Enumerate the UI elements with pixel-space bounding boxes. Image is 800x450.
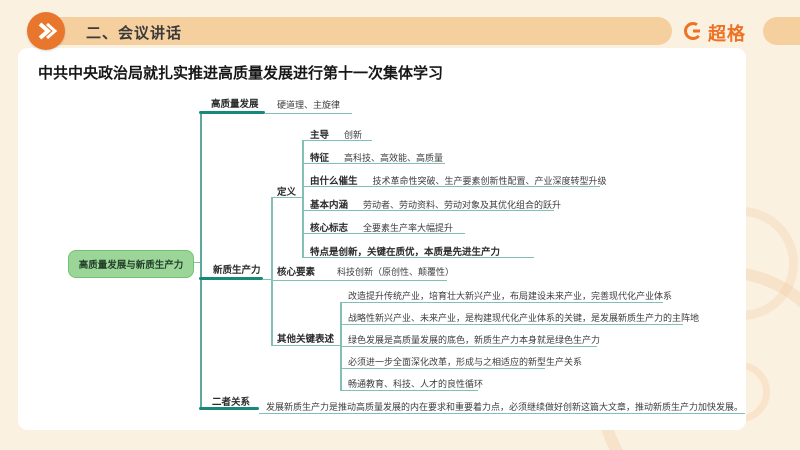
brand-name: 超格 (708, 24, 746, 44)
connector-line (302, 140, 304, 258)
branch-relationship-note: 发展新质生产力是推动高质量发展的内在要求和重要着力点，必须继续做好创新这篇大文章… (266, 402, 744, 412)
connector-line (271, 345, 340, 346)
connector-line (340, 302, 663, 303)
group-core-elements: 核心要素 科技创新（原创性、颠覆性） (277, 267, 455, 278)
group-other-key-statements: 其他关键表述 (277, 334, 335, 345)
definition-row-essence: 特点是创新，关键在质优，本质是先进生产力 (310, 247, 501, 258)
definition-row-origin: 由什么催生 技术革命性突破、生产要素创新性配置、产业深度转型升级 (310, 176, 607, 187)
slide-subtitle: 中共中央政治局就扎实推进高质量发展进行第十一次集体学习 (38, 65, 444, 82)
other-statement-item: 战略性新兴产业、未来产业，是构建现代化产业体系的关键，是发展新质生产力的主阵地 (348, 313, 700, 323)
section-title: 二、会议讲话 (86, 25, 183, 42)
content-panel (18, 48, 746, 430)
connector-line (199, 111, 265, 114)
branch-high-quality-note: 硬道理、主旋律 (277, 100, 341, 110)
connector-line (199, 277, 263, 280)
brand-logo: 超格 (683, 20, 746, 46)
group-definition: 定义 (277, 187, 297, 198)
definition-row-leading: 主导 创新 (310, 130, 363, 141)
connector-line (263, 279, 271, 280)
other-statement-item: 绿色发展是高质量发展的底色，新质生产力本身就是绿色生产力 (348, 335, 601, 345)
connector-line (265, 113, 352, 114)
other-statement-item: 改造提升传统产业，培育壮大新兴产业，布局建设未来产业，完善现代化产业体系 (348, 291, 673, 301)
definition-row-connotation: 基本内涵 劳动者、劳动资料、劳动对象及其优化组合的跃升 (310, 200, 562, 211)
mindmap-root-node: 高质量发展与新质生产力 (68, 250, 194, 278)
connector-line (340, 346, 597, 347)
definition-row-core-mark: 核心标志 全要素生产率大幅提升 (310, 223, 454, 234)
connector-line (259, 413, 745, 414)
connector-line (340, 324, 683, 325)
connector-line (340, 368, 545, 369)
connector-line (271, 197, 273, 346)
definition-row-features: 特征 高科技、高效能、高质量 (310, 153, 444, 164)
branch-high-quality-development: 高质量发展 (211, 99, 259, 110)
other-statement-item: 必须进一步全面深化改革，形成与之相适应的新型生产关系 (348, 357, 583, 367)
brand-g-icon (683, 21, 703, 46)
double-chevron-icon (27, 12, 65, 50)
branch-new-productive-forces: 新质生产力 (213, 265, 261, 276)
other-statement-item: 畅通教育、科技、人才的良性循环 (348, 379, 484, 389)
branch-relationship: 二者关系 (212, 397, 251, 408)
header-banner-stub (763, 17, 800, 45)
connector-line (271, 280, 447, 281)
connector-line (200, 112, 202, 409)
slide: 二、会议讲话 超格 中共中央政治局就扎实推进高质量发展进行第十一次集体学习 高质 (0, 0, 800, 450)
connector-line (340, 390, 478, 391)
